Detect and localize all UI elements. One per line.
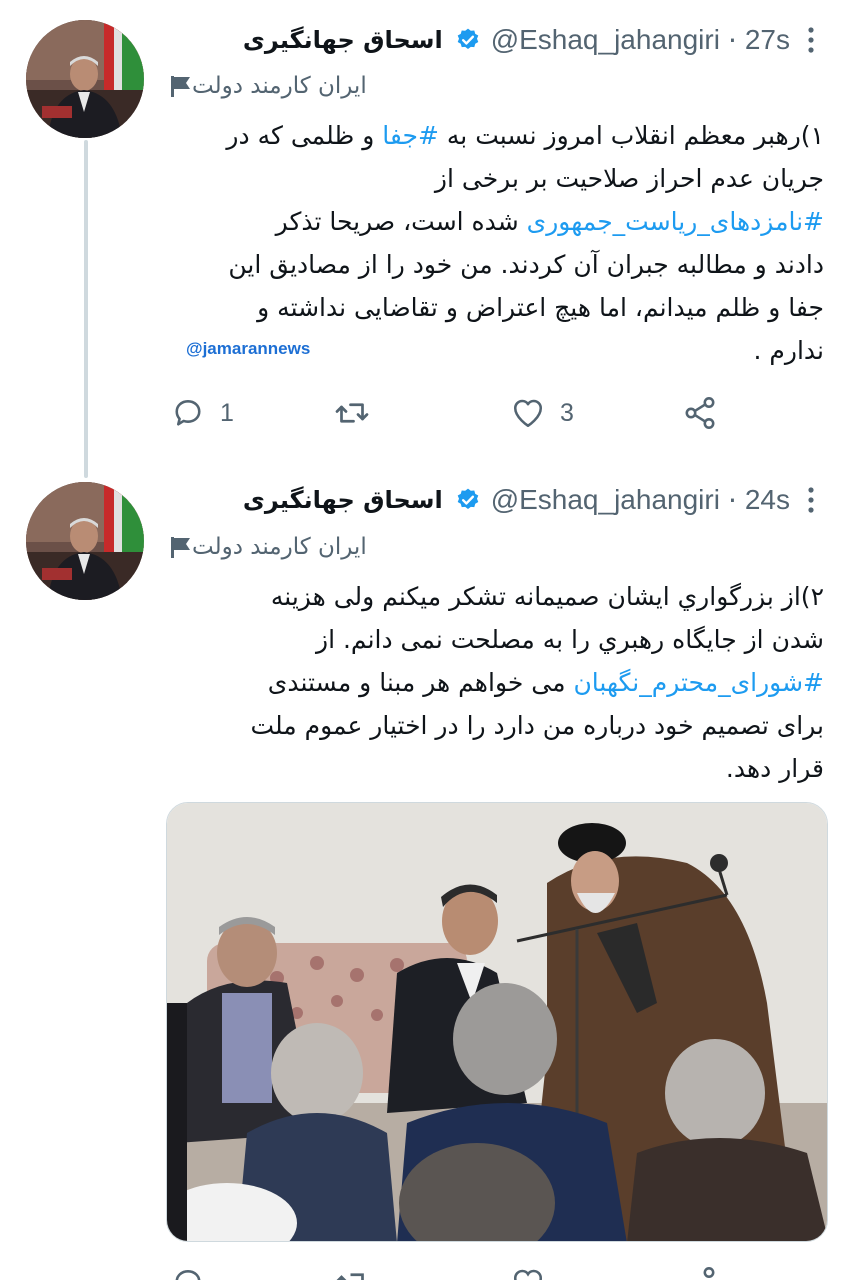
retweet-button[interactable] — [334, 391, 384, 435]
flag-icon — [171, 537, 190, 558]
heart-icon — [513, 399, 543, 428]
tweet-actions-partial — [166, 1265, 786, 1280]
tweet-timestamp[interactable]: 24s — [745, 484, 790, 516]
reply-button[interactable] — [170, 1265, 206, 1280]
like-button[interactable]: 3 — [510, 391, 574, 435]
verified-badge-icon — [457, 488, 478, 509]
tweet-text: ۲)از بزرگواري ايشان صميمانه تشکر ميکنم و… — [164, 575, 824, 790]
photo-image — [167, 803, 827, 1241]
tweet-text-line: جریان عدم احراز صلاحیت بر برخی از — [164, 157, 824, 200]
tweet-actions: 1 3 — [166, 391, 726, 435]
author-name[interactable]: اسحاق جهانگیری — [243, 26, 443, 54]
tweet-text-segment: جریان عدم احراز صلاحیت بر برخی از — [434, 164, 824, 193]
retweet-icon — [335, 403, 369, 423]
tweet-text-segment: ندارم . — [753, 336, 824, 365]
like-button[interactable] — [510, 1265, 546, 1280]
tweet-text-line: جفا و ظلم میدانم، اما هیچ اعتراض و تقاضا… — [164, 286, 824, 329]
separator-dot: · — [727, 483, 737, 517]
more-vertical-icon[interactable] — [798, 480, 824, 520]
tweet-text-line: ۱)رهبر معظم انقلاب امروز نسبت به #جفا و … — [164, 114, 824, 157]
tweet-text-line: #نامزدهای_ریاست_جمهوری شده است، صریحا تذ… — [164, 200, 824, 243]
flag-icon — [171, 76, 190, 97]
tweet-2[interactable]: اسحاق جهانگیری @Eshaq_jahangiri · 24s ای… — [0, 465, 854, 1280]
tweet-text-line: شدن از جايگاه رهبري را به مصلحت نمی دانم… — [164, 618, 824, 661]
author-handle[interactable]: @Eshaq_jahangiri — [491, 24, 720, 56]
tweet-text-segment: ۱)رهبر معظم انقلاب امروز نسبت به — [438, 121, 824, 150]
tweet-header: اسحاق جهانگیری @Eshaq_jahangiri · 27s — [243, 20, 824, 60]
tweet-1[interactable]: اسحاق جهانگیری @Eshaq_jahangiri · 27s ای… — [0, 0, 854, 465]
watermark-text: @jamarannews — [186, 339, 311, 358]
separator-dot: · — [727, 23, 737, 57]
share-icon — [685, 397, 715, 429]
hashtag-link[interactable]: #شورای_محترم_نگهبان — [573, 668, 824, 697]
author-avatar[interactable] — [26, 20, 144, 138]
tweet-text-line: ۲)از بزرگواري ايشان صميمانه تشکر ميکنم و… — [164, 575, 824, 618]
tweet-header: اسحاق جهانگیری @Eshaq_jahangiri · 24s — [243, 480, 824, 520]
reply-icon — [175, 1270, 201, 1280]
account-label[interactable]: ایران کارمند دولت — [170, 530, 379, 564]
like-count: 3 — [560, 398, 574, 427]
reply-icon — [175, 400, 201, 426]
retweet-icon — [336, 1273, 364, 1280]
tweet-text-line: #شورای_محترم_نگهبان می خواهم هر مبنا و م… — [164, 661, 824, 704]
account-label-text: ایران کارمند دولت — [192, 73, 367, 99]
share-button[interactable] — [682, 391, 718, 435]
tweet-text-segment: جفا و ظلم میدانم، اما هیچ اعتراض و تقاضا… — [257, 293, 824, 322]
reply-count: 1 — [220, 398, 234, 427]
retweet-button[interactable] — [334, 1265, 370, 1280]
tweet-text-segment: برای تصمیم خود درباره من دارد را در اختی… — [250, 711, 824, 740]
share-icon — [703, 1267, 715, 1278]
author-handle[interactable]: @Eshaq_jahangiri — [491, 484, 720, 516]
tweet-text-segment: شده است، صریحا تذکر — [275, 207, 527, 236]
tweet-text-line: قرار دهد. — [164, 747, 824, 790]
tweet-text-segment: قرار دهد. — [725, 754, 824, 783]
author-avatar[interactable] — [26, 482, 144, 600]
verified-badge-icon — [457, 28, 478, 49]
account-label[interactable]: ایران کارمند دولت — [170, 69, 379, 103]
tweet-text-segment: ۲)از بزرگواري ايشان صميمانه تشکر ميکنم و… — [270, 582, 824, 611]
tweet-text-segment: و ظلمی که در — [226, 121, 383, 150]
reply-button[interactable]: 1 — [170, 391, 234, 435]
account-label-text: ایران کارمند دولت — [192, 534, 367, 560]
share-button[interactable] — [682, 1265, 718, 1280]
tweet-text-segment: دادند و مطالبه جبران آن کردند. من خود را… — [228, 250, 824, 279]
author-name[interactable]: اسحاق جهانگیری — [243, 486, 443, 514]
hashtag-link[interactable]: #نامزدهای_ریاست_جمهوری — [527, 207, 824, 236]
heart-icon — [513, 1269, 543, 1280]
tweet-text: ۱)رهبر معظم انقلاب امروز نسبت به #جفا و … — [164, 114, 824, 372]
tweet-text-segment: شدن از جايگاه رهبري را به مصلحت نمی دانم… — [316, 625, 824, 654]
tweet-text-line: دادند و مطالبه جبران آن کردند. من خود را… — [164, 243, 824, 286]
tweet-photo[interactable] — [166, 802, 828, 1242]
more-vertical-icon[interactable] — [798, 20, 824, 60]
tweet-text-segment: می خواهم هر مبنا و مستندی — [267, 668, 574, 697]
tweet-text-line: برای تصمیم خود درباره من دارد را در اختی… — [164, 704, 824, 747]
tweet-timestamp[interactable]: 27s — [745, 24, 790, 56]
hashtag-link[interactable]: #جفا — [382, 121, 439, 150]
